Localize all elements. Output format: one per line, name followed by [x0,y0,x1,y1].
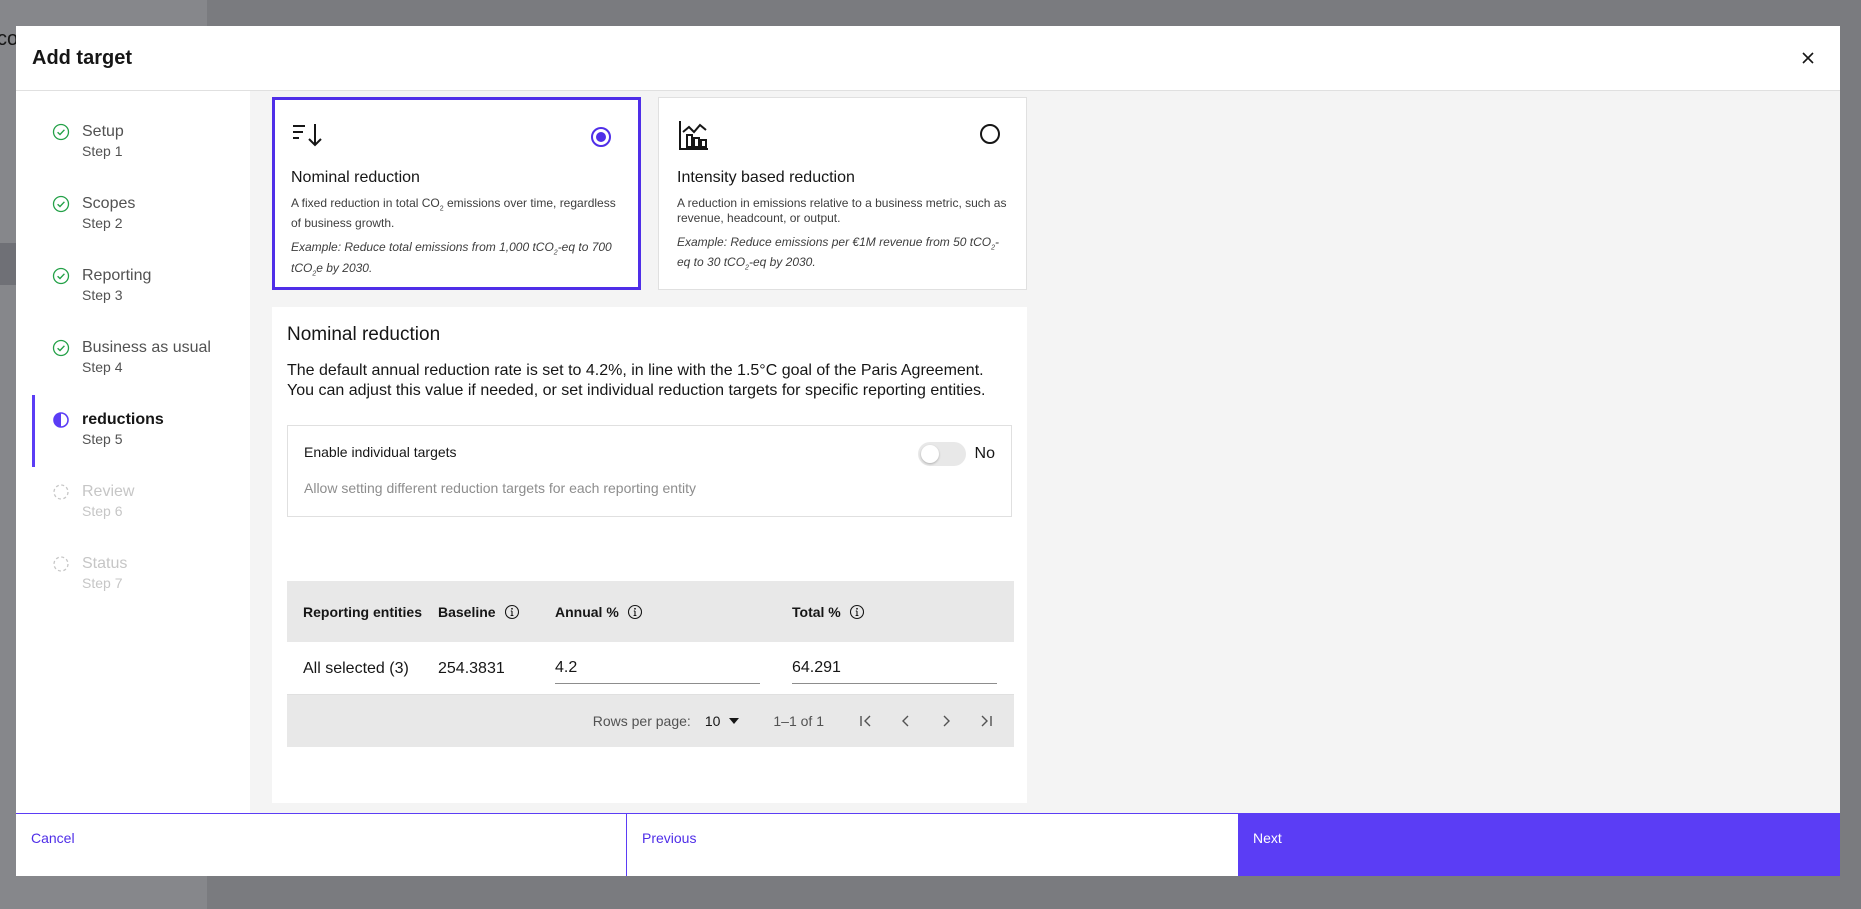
step-label: reductions [82,411,164,428]
section-title: Nominal reduction [287,324,441,345]
intensity-radio[interactable] [980,124,1000,144]
close-button[interactable] [1792,42,1824,74]
info-icon[interactable] [849,604,865,620]
add-target-modal: Add target Setup Step 1 Scopes Step 2 Re… [16,26,1840,876]
header-annual-percent: Annual % [539,600,776,624]
step-number: Step 7 [82,575,123,591]
cell-baseline: 254.3831 [438,659,505,677]
section-description: The default annual reduction rate is set… [287,361,1012,401]
nominal-reduction-section: Nominal reduction The default annual red… [272,307,1027,803]
close-icon [1802,52,1814,64]
card-description: A reduction in emissions relative to a b… [677,196,1007,225]
description-line-2: You can adjust this value if needed, or … [287,382,986,399]
step-content: Nominal reduction A fixed reduction in t… [250,91,1840,813]
step-number: Step 3 [82,287,123,303]
modal-title: Add target [32,46,132,69]
previous-button[interactable]: Previous [627,814,1238,876]
cell-annual [539,652,776,684]
rows-per-page-value: 10 [704,713,721,729]
step-review: Review Step 6 [16,467,250,539]
toggle-state: No [974,445,995,462]
nominal-reduction-card[interactable]: Nominal reduction A fixed reduction in t… [272,97,641,290]
info-icon[interactable] [504,604,520,620]
checkmark-circle-icon [52,339,70,357]
card-example: Example: Reduce emissions per €1M revenu… [677,235,1000,272]
step-number: Step 4 [82,359,123,375]
step-business-as-usual[interactable]: Business as usual Step 4 [16,323,250,395]
step-status: Status Step 7 [16,539,250,611]
toggle-label: Enable individual targets [304,444,457,460]
table-pagination: Rows per page: 10 1–1 of 1 [287,695,1014,747]
individual-targets-toggle[interactable]: No [917,442,995,466]
modal-footer: Cancel Previous Next [16,813,1840,876]
step-reductions[interactable]: reductions Step 5 [16,395,250,467]
total-percent-input[interactable] [792,652,997,684]
card-example: Example: Reduce total emissions from 1,0… [291,240,612,278]
background-selected-item [0,243,16,285]
chevron-right-icon [943,715,950,727]
last-page-button[interactable] [966,701,1006,741]
step-number: Step 5 [82,431,123,447]
card-title: Intensity based reduction [677,169,855,186]
cell-total [776,652,1014,684]
checkmark-circle-icon [52,195,70,213]
caret-down-icon [729,718,740,724]
rows-per-page-label: Rows per page: [592,713,691,729]
description-line-1: The default annual reduction rate is set… [287,362,984,379]
toggle-switch[interactable] [917,442,966,466]
step-scopes[interactable]: Scopes Step 2 [16,179,250,251]
info-icon[interactable] [627,604,643,620]
table-header: Reporting entities Baseline Annual % Tot… [287,581,1014,642]
half-filled-circle-icon [53,412,69,428]
rows-per-page-select[interactable]: 10 [705,713,740,729]
next-page-button[interactable] [926,701,966,741]
chart-intensity-icon [679,121,708,150]
step-reporting[interactable]: Reporting Step 3 [16,251,250,323]
checkmark-circle-icon [52,123,70,141]
step-label: Reporting [82,267,152,284]
step-number: Step 2 [82,215,123,231]
page-last-icon [981,715,992,727]
reduction-type-options: Nominal reduction A fixed reduction in t… [272,97,1840,290]
modal-body: Setup Step 1 Scopes Step 2 Reporting Ste… [16,91,1840,813]
header-total-percent: Total % [776,600,1014,624]
card-description: A fixed reduction in total CO2 emissions… [291,196,616,231]
chevron-left-icon [902,715,909,727]
nominal-radio[interactable] [591,127,611,147]
dashed-circle-icon [53,556,69,572]
card-title: Nominal reduction [291,169,420,186]
cell-reporting-entities: All selected (3) [303,659,409,677]
first-page-button[interactable] [846,701,886,741]
header-reporting-entities: Reporting entities [303,603,423,620]
intensity-reduction-card[interactable]: Intensity based reduction A reduction in… [658,97,1027,290]
dashed-circle-icon [53,484,69,500]
step-label: Scopes [82,195,136,212]
next-button[interactable]: Next [1238,814,1840,876]
table-row: All selected (3) 254.3831 [287,642,1014,695]
targets-table: Reporting entities Baseline Annual % Tot… [287,581,1014,747]
step-label: Business as usual [82,339,211,356]
checkmark-circle-icon [52,267,70,285]
progress-steps: Setup Step 1 Scopes Step 2 Reporting Ste… [16,91,250,813]
previous-page-button[interactable] [886,701,926,741]
step-setup[interactable]: Setup Step 1 [16,107,250,179]
sort-descending-icon [293,124,322,147]
annual-percent-input[interactable] [555,652,760,684]
page-range: 1–1 of 1 [773,713,824,729]
step-number: Step 1 [82,143,123,159]
toggle-helper-text: Allow setting different reduction target… [304,480,696,496]
page-first-icon [860,715,871,727]
step-label: Setup [82,123,124,140]
modal-header: Add target [16,26,1840,91]
step-number: Step 6 [82,503,123,519]
step-label: Review [82,483,135,500]
individual-targets-box: Enable individual targets Allow setting … [287,425,1012,517]
step-label: Status [82,555,128,572]
header-baseline: Baseline [422,600,539,624]
cancel-button[interactable]: Cancel [16,814,627,876]
